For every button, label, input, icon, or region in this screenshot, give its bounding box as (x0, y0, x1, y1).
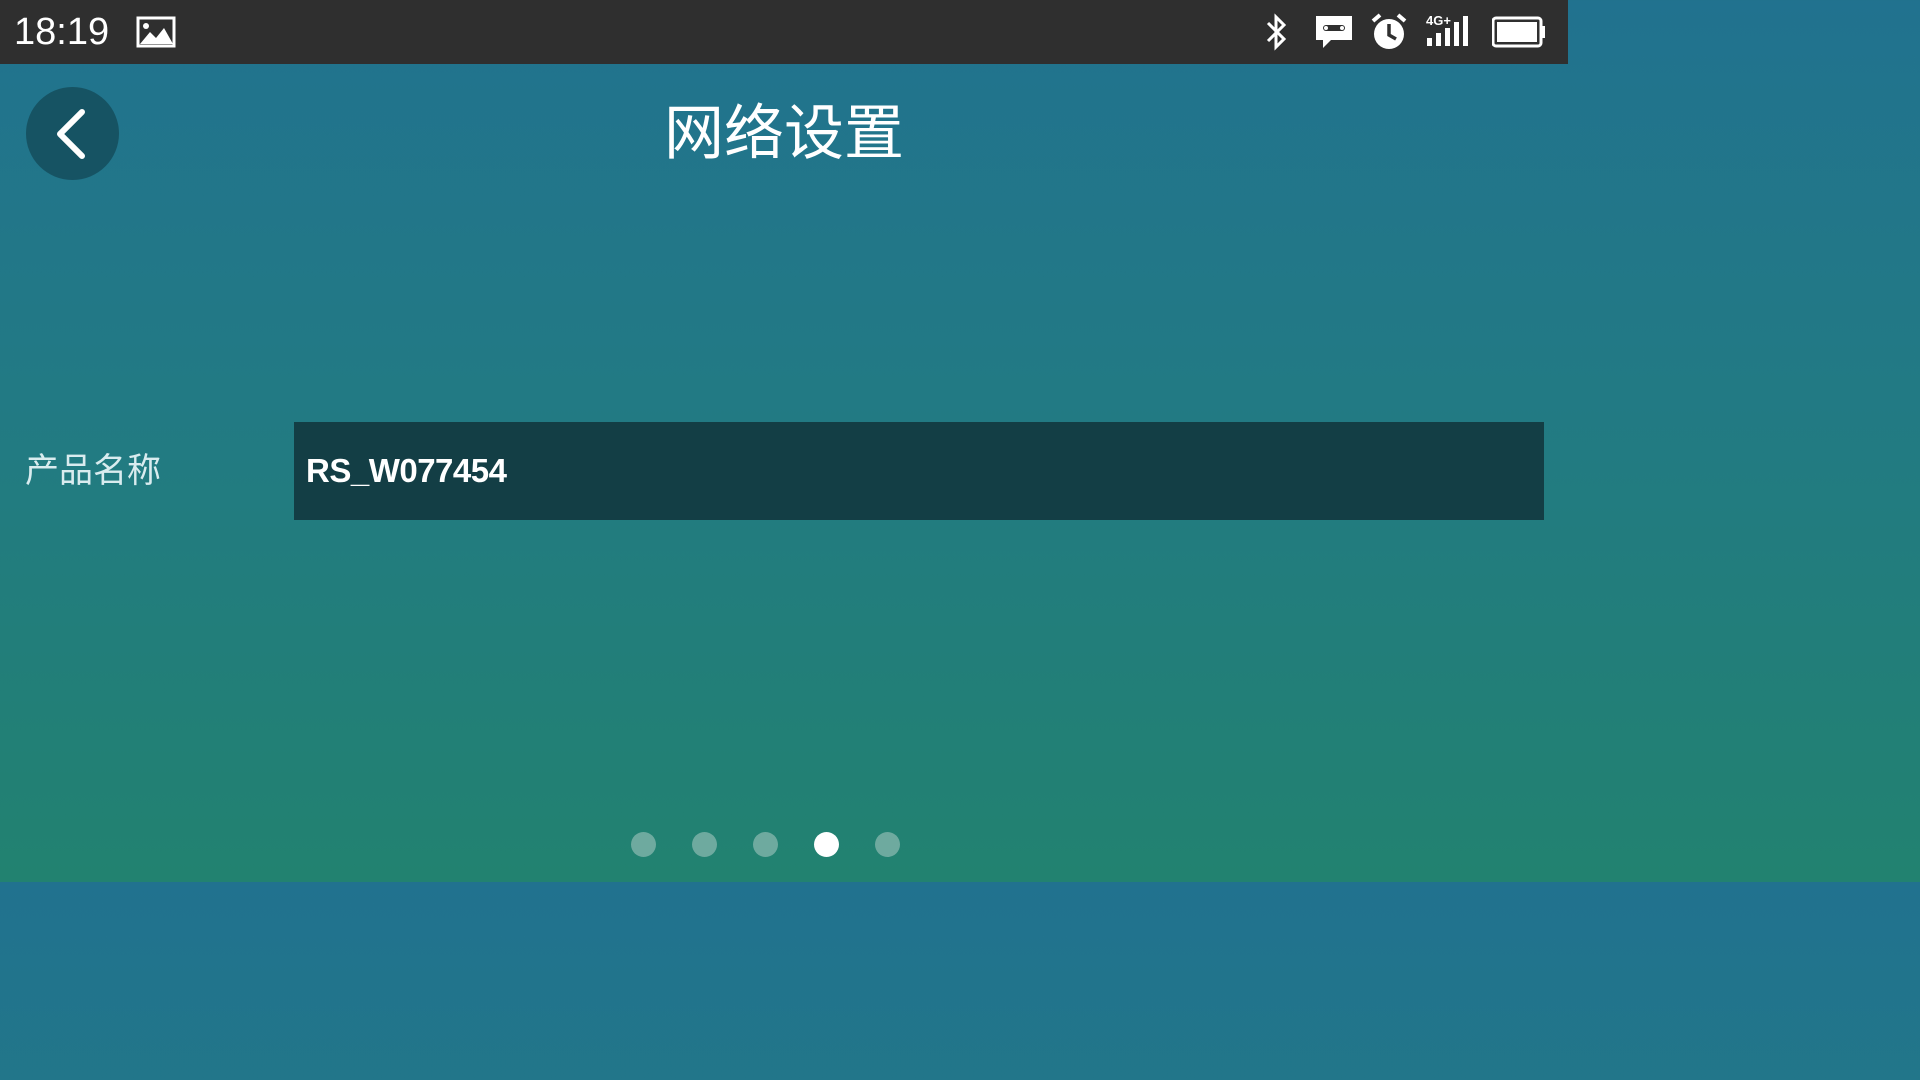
status-time: 18:19 (14, 11, 110, 53)
page-dot-1[interactable] (631, 832, 656, 857)
page-dot-5[interactable] (875, 832, 900, 857)
page-dot-3[interactable] (753, 832, 778, 857)
page-title: 网络设置 (664, 99, 904, 169)
bluetooth-icon (1262, 12, 1292, 52)
4g-signal-icon: 4G+ (1425, 12, 1473, 52)
alarm-icon (1369, 12, 1409, 52)
battery-icon (1492, 12, 1546, 52)
image-icon (136, 12, 176, 52)
message-icon (1313, 12, 1355, 52)
page-dot-4[interactable] (814, 832, 839, 857)
status-bar: 18:19 4G+ (0, 0, 1568, 64)
product-name-label: 产品名称 (25, 451, 161, 491)
svg-text:4G+: 4G+ (1426, 13, 1451, 28)
product-name-field[interactable]: RS_W077454 (294, 422, 1544, 520)
product-name-value: RS_W077454 (306, 452, 507, 489)
page-dot-2[interactable] (692, 832, 717, 857)
